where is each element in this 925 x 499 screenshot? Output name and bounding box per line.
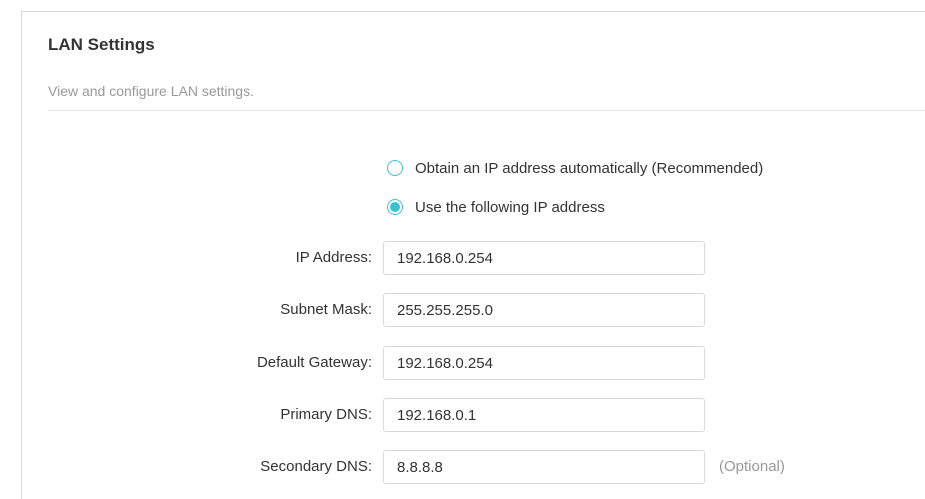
default-gateway-input[interactable] [383,346,705,380]
section-description: View and configure LAN settings. [48,83,254,99]
radio-obtain-automatically[interactable]: Obtain an IP address automatically (Reco… [387,157,763,179]
radio-label-use-following: Use the following IP address [415,198,605,216]
radio-use-following[interactable]: Use the following IP address [387,196,605,218]
ip-address-label: IP Address: [295,249,372,266]
radio-checked-icon[interactable] [387,199,403,215]
secondary-dns-label: Secondary DNS: [260,458,372,475]
subnet-mask-input[interactable] [383,293,705,327]
secondary-dns-row: Secondary DNS: (Optional) [0,450,925,484]
primary-dns-label: Primary DNS: [280,406,372,423]
secondary-dns-optional-hint: (Optional) [719,458,785,475]
ip-address-row: IP Address: [0,241,925,275]
primary-dns-row: Primary DNS: [0,398,925,432]
secondary-dns-input[interactable] [383,450,705,484]
default-gateway-label: Default Gateway: [256,354,372,371]
primary-dns-input[interactable] [383,398,705,432]
subnet-mask-row: Subnet Mask: [0,293,925,327]
subnet-mask-label: Subnet Mask: [280,301,372,318]
ip-address-input[interactable] [383,241,705,275]
section-title: LAN Settings [48,35,155,54]
radio-unchecked-icon[interactable] [387,160,403,176]
radio-label-obtain-automatically: Obtain an IP address automatically (Reco… [415,159,764,177]
radio-dot-icon [390,202,400,212]
section-divider [48,110,925,111]
default-gateway-row: Default Gateway: [0,346,925,380]
